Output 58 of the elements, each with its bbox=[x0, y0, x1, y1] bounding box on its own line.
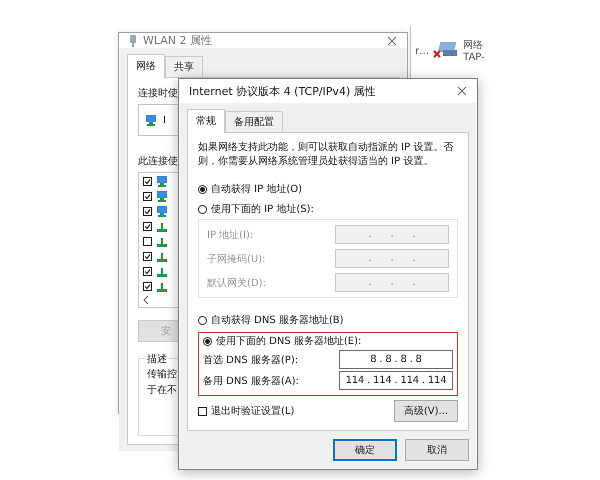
radio-button[interactable] bbox=[203, 336, 212, 346]
field-label: 首选 DNS 服务器(P): bbox=[203, 354, 298, 366]
adapter-name: 网络 bbox=[463, 40, 484, 52]
checkbox[interactable] bbox=[198, 406, 207, 416]
protocol-icon bbox=[156, 251, 168, 262]
ip-address-field[interactable]: 8 . 8 . 8 . 8 bbox=[339, 350, 453, 369]
option-label: 自动获得 DNS 服务器地址(B) bbox=[211, 314, 344, 327]
description-text: 于在不 bbox=[147, 384, 177, 397]
network-computer-icon bbox=[156, 176, 168, 187]
option-label: 使用下面的 IP 地址(S): bbox=[211, 202, 314, 216]
protocol-icon bbox=[156, 281, 168, 292]
checkbox[interactable] bbox=[143, 282, 152, 291]
dialog-button[interactable]: 确定 bbox=[333, 439, 397, 461]
checkbox[interactable] bbox=[143, 177, 152, 186]
dialog-title: Internet 协议版本 4 (TCP/IPv4) 属性 bbox=[189, 84, 377, 98]
checkbox[interactable] bbox=[143, 207, 152, 216]
checkbox[interactable] bbox=[143, 267, 152, 276]
tab[interactable]: 常规 bbox=[187, 109, 225, 133]
tab[interactable]: 网络 bbox=[127, 54, 165, 78]
close-icon[interactable] bbox=[387, 36, 397, 46]
network-computer-icon bbox=[156, 191, 168, 202]
adapter-description: TAP- bbox=[463, 52, 485, 64]
description-text: 传输控 bbox=[147, 368, 177, 381]
network-adapter-icon[interactable] bbox=[433, 40, 460, 60]
protocol-icon bbox=[156, 266, 168, 277]
adapter-name: I bbox=[163, 114, 166, 126]
group-title: 描述 bbox=[145, 352, 169, 366]
checkbox-label: 退出时验证设置(L) bbox=[211, 404, 294, 418]
option-label: 使用下面的 DNS 服务器地址(E): bbox=[216, 334, 362, 348]
protocol-icon bbox=[156, 221, 168, 232]
wifi-adapter-icon bbox=[129, 34, 137, 46]
adapter-label: r… bbox=[415, 46, 430, 57]
checkbox[interactable] bbox=[143, 237, 152, 246]
scroll-left-icon[interactable] bbox=[143, 296, 149, 304]
radio-button[interactable] bbox=[198, 204, 207, 214]
advanced-button[interactable]: 高级(V)... bbox=[394, 400, 458, 422]
intro-text: 如果网络支持此功能，则可以获取自动指派的 IP 设置。否则，你需要从网络系统管理员处获得适当的 IP 设置。 bbox=[198, 141, 454, 169]
field-label: IP 地址(I): bbox=[207, 228, 254, 242]
option-label: 自动获得 IP 地址(O) bbox=[211, 182, 302, 196]
network-computer-icon bbox=[156, 206, 168, 217]
checkbox[interactable] bbox=[143, 222, 152, 231]
close-icon[interactable] bbox=[457, 86, 467, 96]
radio-button[interactable] bbox=[198, 184, 207, 194]
dialog-button[interactable]: 取消 bbox=[405, 439, 469, 461]
field-label: 备用 DNS 服务器(A): bbox=[203, 374, 299, 388]
field-label: 默认网关(D): bbox=[207, 276, 266, 290]
tab[interactable]: 共享 bbox=[165, 56, 203, 77]
protocol-icon bbox=[156, 236, 168, 247]
window-title: WLAN 2 属性 bbox=[143, 33, 214, 48]
checkbox[interactable] bbox=[143, 252, 152, 261]
checkbox[interactable] bbox=[143, 192, 152, 201]
items-label: 此连接使 bbox=[138, 154, 178, 168]
tab[interactable]: 备用配置 bbox=[225, 111, 283, 132]
field-label: 子网掩码(U): bbox=[207, 252, 266, 266]
network-computer-icon bbox=[145, 114, 157, 126]
connect-using-label: 连接时使 bbox=[138, 86, 178, 100]
ip-address-field[interactable]: 114 . 114 . 114 . 114 bbox=[339, 371, 453, 390]
radio-button[interactable] bbox=[198, 316, 207, 324]
